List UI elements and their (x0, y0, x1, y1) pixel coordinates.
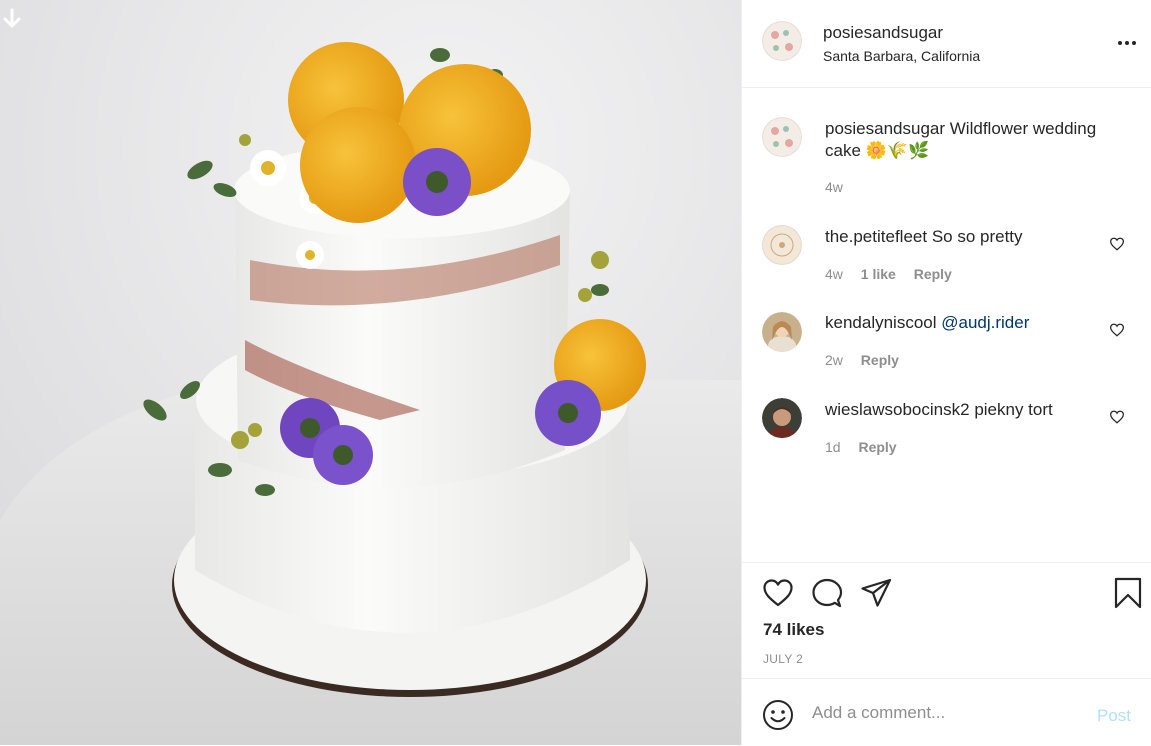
caption-text: posiesandsugar Wildflower wedding cake 🌼… (825, 118, 1125, 162)
post-date[interactable]: JULY 2 (763, 652, 803, 666)
post-button[interactable]: Post (1097, 706, 1131, 726)
comment-time[interactable]: 4w (825, 266, 843, 282)
comments-list[interactable]: posiesandsugar Wildflower wedding cake 🌼… (742, 88, 1151, 562)
avatar[interactable] (762, 21, 802, 61)
comment-text: wieslawsobocinsk2 piekny tort (825, 399, 1125, 421)
profile-picture-icon (762, 117, 802, 157)
add-comment-bar: Post (742, 678, 1151, 746)
comment-username[interactable]: wieslawsobocinsk2 (825, 400, 970, 419)
profile-picture-icon (762, 312, 802, 352)
avatar[interactable] (762, 225, 802, 265)
like-comment-heart-icon[interactable] (1109, 323, 1125, 337)
cake-image (0, 0, 741, 745)
comment-mention[interactable]: @audj.rider (941, 313, 1029, 332)
share-paper-plane-icon[interactable] (860, 577, 892, 609)
more-options-icon[interactable] (1115, 33, 1139, 53)
comment-meta: 1d Reply (825, 439, 911, 455)
reply-button[interactable]: Reply (914, 266, 952, 282)
profile-picture-icon (762, 398, 802, 438)
like-comment-heart-icon[interactable] (1109, 410, 1125, 424)
caption-username[interactable]: posiesandsugar (825, 119, 945, 138)
comment-bubble-icon[interactable] (811, 577, 843, 609)
save-bookmark-icon[interactable] (1112, 577, 1144, 609)
comment-likes[interactable]: 1 like (861, 266, 896, 282)
arrow-down-icon[interactable] (2, 8, 22, 30)
post-photo[interactable] (0, 0, 741, 745)
profile-picture-icon (762, 225, 802, 265)
caption-time[interactable]: 4w (825, 179, 843, 195)
comment-input[interactable] (812, 703, 1082, 723)
comment-meta: 2w Reply (825, 352, 913, 368)
comment-body: So so pretty (931, 227, 1023, 246)
comment-text: kendalyniscool @audj.rider (825, 312, 1125, 334)
comment-meta: 4w 1 like Reply (825, 266, 966, 282)
reply-button[interactable]: Reply (861, 352, 899, 368)
likes-count[interactable]: 74 likes (763, 620, 824, 640)
post-side-panel: posiesandsugar Santa Barbara, California… (741, 0, 1151, 745)
comment-time[interactable]: 2w (825, 352, 843, 368)
post-header: posiesandsugar Santa Barbara, California (742, 0, 1151, 88)
comment-text: the.petitefleet So so pretty (825, 226, 1125, 248)
reply-button[interactable]: Reply (858, 439, 896, 455)
avatar[interactable] (762, 398, 802, 438)
caption-meta: 4w (825, 179, 857, 195)
avatar[interactable] (762, 117, 802, 157)
comment-username[interactable]: kendalyniscool (825, 313, 937, 332)
emoji-icon[interactable] (762, 699, 794, 731)
post-actions: 74 likes JULY 2 (742, 562, 1151, 679)
like-heart-icon[interactable] (762, 577, 794, 609)
header-location[interactable]: Santa Barbara, California (823, 48, 980, 64)
avatar[interactable] (762, 312, 802, 352)
comment-username[interactable]: the.petitefleet (825, 227, 927, 246)
profile-picture-icon (762, 21, 802, 61)
comment-time[interactable]: 1d (825, 439, 841, 455)
comment-body: piekny tort (974, 400, 1053, 419)
header-username[interactable]: posiesandsugar (823, 23, 943, 43)
like-comment-heart-icon[interactable] (1109, 237, 1125, 251)
